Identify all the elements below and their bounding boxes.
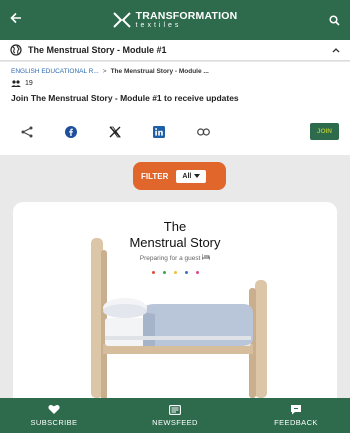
group-header[interactable]: The Menstrual Story - Module #1	[0, 40, 350, 61]
nav-feedback-label: FEEDBACK	[274, 418, 318, 427]
color-dot	[184, 271, 188, 274]
card-title-line2: Menstrual Story	[129, 235, 221, 250]
brand-logo[interactable]: TRANSFORMATION textiles	[112, 9, 238, 30]
x-twitter-icon[interactable]	[99, 126, 143, 138]
join-prompt: Join The Menstrual Story - Module #1 to …	[11, 93, 239, 103]
color-dot	[173, 271, 177, 274]
group-title: The Menstrual Story - Module #1	[28, 45, 167, 55]
back-arrow-icon[interactable]	[10, 11, 30, 29]
logo-mark-icon	[112, 12, 131, 28]
linkedin-icon[interactable]	[143, 126, 187, 138]
chevron-up-icon[interactable]	[332, 45, 340, 55]
facebook-icon[interactable]	[55, 126, 99, 138]
globe-icon	[10, 44, 22, 56]
filter-bar: FILTER All	[133, 162, 226, 190]
breadcrumb-parent[interactable]: ENGLISH EDUCATIONAL R...	[11, 68, 99, 75]
color-dot	[162, 271, 166, 274]
caret-down-icon	[194, 174, 201, 178]
chat-bubble-icon	[291, 405, 301, 415]
heart-bell-icon	[48, 405, 60, 414]
filter-selected-value: All	[182, 172, 192, 180]
search-icon[interactable]	[320, 14, 340, 26]
member-count[interactable]: 19	[11, 80, 339, 87]
card-title: The Menstrual Story	[13, 219, 337, 251]
link-icon[interactable]	[187, 128, 231, 136]
share-row: JOIN	[11, 119, 341, 145]
color-dot	[195, 271, 199, 274]
app-bar: TRANSFORMATION textiles	[0, 0, 350, 40]
breadcrumb: ENGLISH EDUCATIONAL R... > The Menstrual…	[11, 68, 339, 75]
newsfeed-icon	[169, 404, 181, 415]
logo-title: TRANSFORMATION	[135, 9, 238, 22]
filter-select[interactable]: All	[176, 169, 207, 183]
share-icon[interactable]	[11, 126, 55, 138]
nav-subscribe[interactable]: SUBSCRIBE	[16, 404, 92, 427]
bed-small-icon	[201, 254, 211, 260]
breadcrumb-separator: >	[102, 68, 107, 75]
color-dot	[151, 271, 155, 274]
card-title-line1: The	[163, 219, 187, 234]
filter-label: FILTER	[141, 171, 169, 181]
card-subtitle: Preparing for a guest	[13, 254, 337, 262]
color-dots	[13, 271, 337, 274]
nav-subscribe-label: SUBSCRIBE	[30, 418, 78, 427]
nav-newsfeed[interactable]: NEWSFEED	[137, 404, 213, 427]
breadcrumb-current: The Menstrual Story - Module ...	[110, 68, 209, 75]
group-info: ENGLISH EDUCATIONAL R... > The Menstrual…	[0, 62, 350, 155]
post-card[interactable]: The Menstrual Story Preparing for a gues…	[13, 202, 337, 402]
nav-newsfeed-label: NEWSFEED	[152, 417, 198, 427]
card-subtitle-text: Preparing for a guest	[139, 255, 201, 262]
members-icon	[11, 80, 21, 87]
bottom-nav: SUBSCRIBE NEWSFEED FEEDBACK	[0, 398, 350, 433]
logo-subtitle: textiles	[135, 22, 182, 30]
join-button[interactable]: JOIN	[309, 123, 339, 140]
nav-feedback[interactable]: FEEDBACK	[258, 404, 334, 427]
member-count-value: 19	[25, 80, 33, 87]
